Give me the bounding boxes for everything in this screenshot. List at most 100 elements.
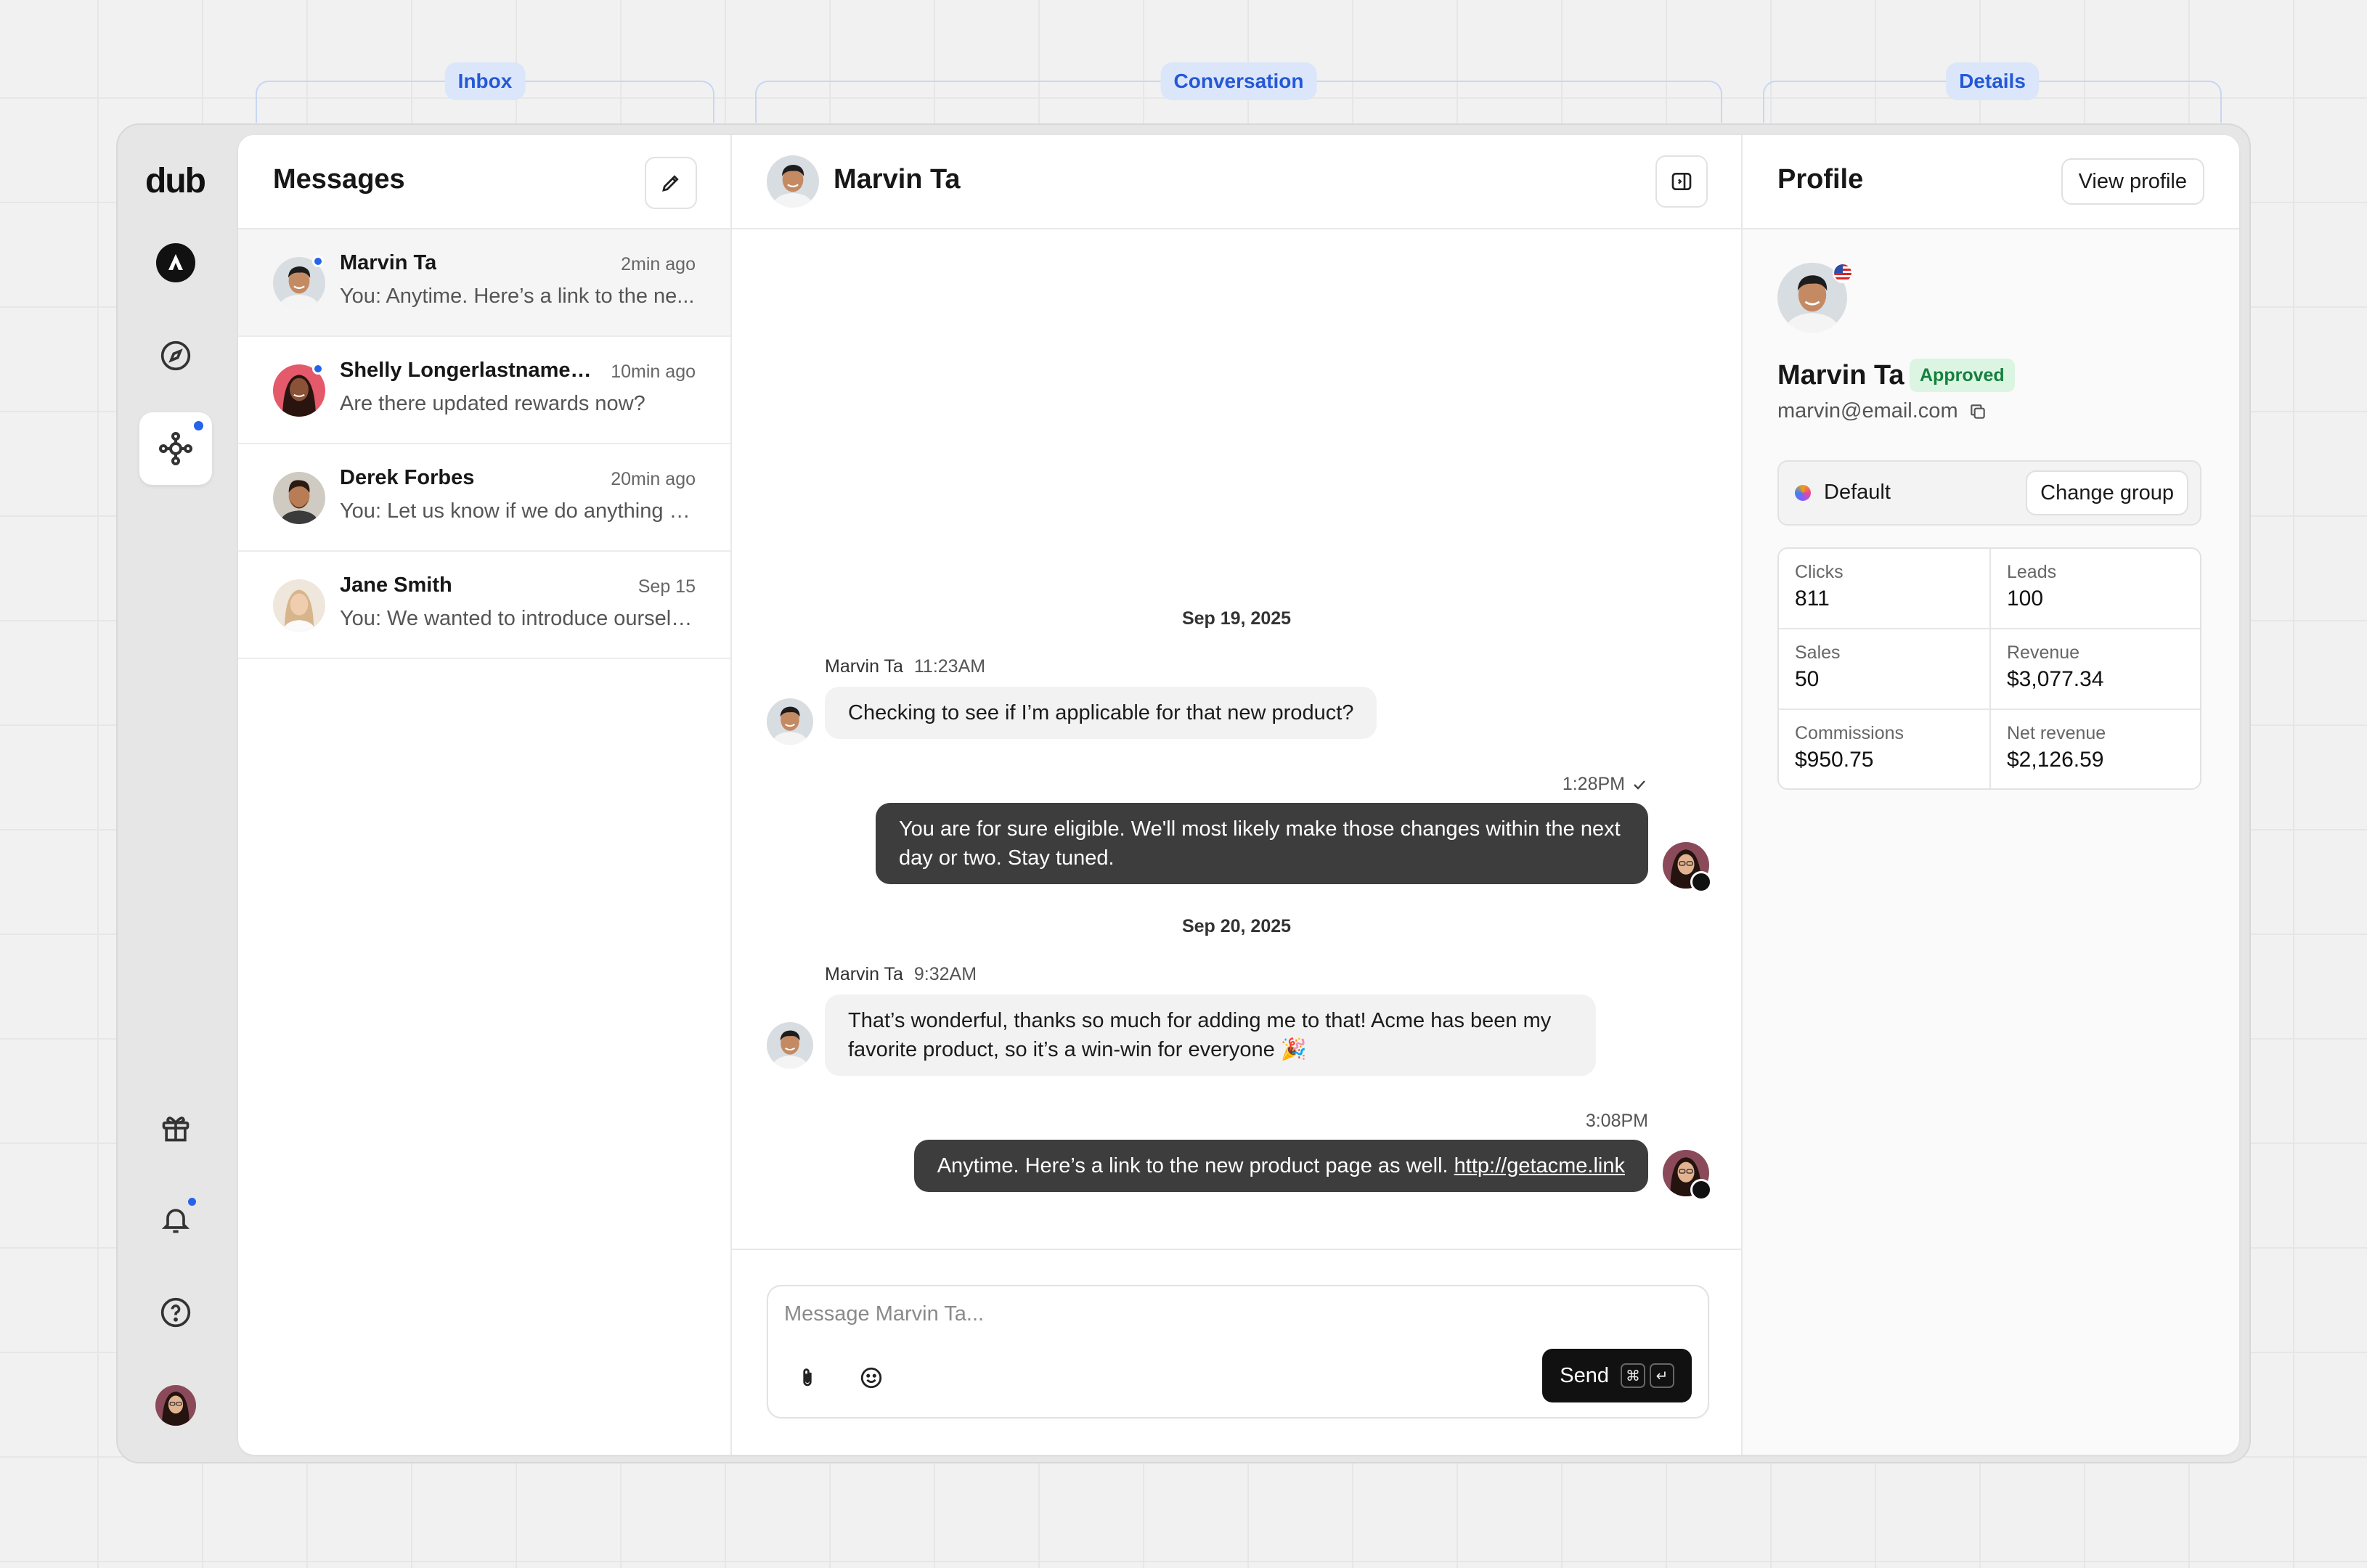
- smiley-icon: [860, 1367, 882, 1389]
- conversation-item[interactable]: Derek Forbes 20min ago You: Let us know …: [238, 444, 730, 552]
- stat-sales: Sales 50: [1779, 629, 1991, 710]
- toggle-details-button[interactable]: [1655, 155, 1708, 208]
- stat-label: Commissions: [1795, 723, 1904, 743]
- inbox-header: Messages: [238, 135, 730, 229]
- stat-revenue: Revenue $3,077.34: [1991, 629, 2200, 710]
- conversation-marker-label: Conversation: [1160, 62, 1317, 100]
- conversation-header: Marvin Ta: [732, 135, 1741, 229]
- inbox-panel: Messages Marvin Ta 2min ago You: Anytime…: [238, 135, 732, 1455]
- conversation-name: Jane Smith: [340, 573, 452, 597]
- message-time: 3:08PM: [1585, 1111, 1648, 1131]
- sidebar-item-program[interactable]: [139, 226, 212, 299]
- stat-value: 50: [1795, 667, 1820, 691]
- stat-value: 811: [1795, 587, 1830, 611]
- stat-net-revenue: Net revenue $2,126.59: [1991, 710, 2200, 788]
- message-meta: Marvin Ta 11:23AM: [825, 656, 985, 677]
- check-icon: [1634, 780, 1645, 790]
- send-button[interactable]: Send ⌘ ↵: [1542, 1349, 1692, 1402]
- details-marker-label: Details: [1946, 62, 2039, 100]
- stat-label: Clicks: [1795, 562, 1844, 582]
- sidebar-item-notifications[interactable]: [139, 1183, 212, 1256]
- conversation-time: Sep 15: [637, 576, 696, 597]
- date-separator: Sep 19, 2025: [1181, 608, 1292, 629]
- stat-commissions: Commissions $950.75: [1779, 710, 1991, 788]
- stats-grid: Clicks 811 Leads 100 Sales 50 Revenue $3…: [1777, 547, 2201, 790]
- composer-divider: [732, 1249, 1741, 1250]
- sidebar-toggle-icon: [1671, 173, 1692, 190]
- change-group-button[interactable]: Change group: [2026, 470, 2188, 515]
- profile-name: Marvin Ta: [1777, 360, 1904, 391]
- inbox-title: Messages: [273, 164, 405, 195]
- us-flag-icon: [1833, 263, 1853, 283]
- sidebar-rail: dub: [116, 123, 238, 1463]
- message-composer: Send ⌘ ↵: [767, 1285, 1709, 1418]
- details-header: Profile View profile: [1743, 135, 2239, 229]
- message-bubble-incoming: Checking to see if I’m applicable for th…: [825, 687, 1377, 739]
- conversation-preview: You: Anytime. Here’s a link to the ne...: [340, 285, 695, 308]
- network-icon: [159, 432, 192, 465]
- conversation-panel: Marvin Ta Sep 19, 2025 Marvin Ta 11:23AM…: [732, 135, 1743, 1455]
- details-panel: Profile View profile Marvin Ta Approved …: [1743, 135, 2239, 1455]
- group-name: Default: [1824, 481, 1891, 504]
- command-key-icon: ⌘: [1621, 1363, 1645, 1388]
- message-time: 11:23AM: [913, 656, 986, 677]
- contact-avatar[interactable]: [767, 155, 819, 208]
- conversation-item[interactable]: Shelly Longerlastnamelik... 10min ago Ar…: [238, 337, 730, 444]
- email-text: marvin@email.com: [1777, 399, 1958, 422]
- view-profile-button[interactable]: View profile: [2061, 158, 2204, 205]
- dub-logo[interactable]: dub: [145, 161, 206, 201]
- message-bubble-outgoing: You are for sure eligible. We'll most li…: [876, 803, 1648, 884]
- avatar: [273, 579, 325, 632]
- stat-label: Sales: [1795, 642, 1841, 663]
- conversation-preview: Are there updated rewards now?: [340, 392, 645, 415]
- sidebar-user-menu[interactable]: [139, 1369, 212, 1442]
- message-meta: Marvin Ta 9:32AM: [825, 964, 977, 985]
- app-card: Messages Marvin Ta 2min ago You: Anytime…: [238, 135, 2239, 1455]
- date-separator: Sep 20, 2025: [1181, 916, 1292, 936]
- status-badge: Approved: [1910, 359, 2015, 392]
- gift-icon: [162, 1116, 190, 1142]
- conversation-time: 2min ago: [621, 254, 696, 274]
- sidebar-item-rewards[interactable]: [139, 1092, 212, 1164]
- attach-button[interactable]: [793, 1363, 822, 1392]
- conversation-item[interactable]: Marvin Ta 2min ago You: Anytime. Here’s …: [238, 229, 730, 337]
- contact-name[interactable]: Marvin Ta: [834, 164, 961, 195]
- pencil-icon: [662, 175, 679, 192]
- sender-avatar: [767, 1022, 813, 1069]
- compose-button[interactable]: [645, 157, 697, 209]
- copy-icon[interactable]: [1968, 402, 1987, 421]
- sidebar-item-explore[interactable]: [139, 319, 212, 392]
- sidebar-item-help[interactable]: [139, 1276, 212, 1349]
- brand-badge-icon: [1690, 1179, 1712, 1201]
- stat-label: Revenue: [2007, 642, 2080, 663]
- message-text: Anytime. Here’s a link to the new produc…: [937, 1154, 1454, 1177]
- unread-dot: [312, 256, 324, 267]
- notification-dot: [188, 1198, 196, 1206]
- user-avatar: [155, 1385, 196, 1426]
- message-link[interactable]: http://getacme.link: [1454, 1154, 1625, 1177]
- details-title: Profile: [1777, 164, 1864, 195]
- conversation-name: Derek Forbes: [340, 466, 475, 489]
- message-input[interactable]: [784, 1302, 1510, 1326]
- conversation-time: 20min ago: [611, 469, 696, 489]
- message-sender: Marvin Ta: [825, 656, 903, 677]
- stat-label: Net revenue: [2007, 723, 2106, 743]
- profile-email: marvin@email.com: [1777, 399, 1987, 423]
- message-meta: 1:28PM: [1563, 774, 1648, 795]
- send-label: Send: [1560, 1363, 1609, 1387]
- unread-dot: [312, 363, 324, 375]
- paperclip-icon: [803, 1368, 812, 1387]
- message-bubble-incoming: That’s wonderful, thanks so much for add…: [825, 995, 1596, 1076]
- message-time: 9:32AM: [913, 964, 977, 984]
- brand-badge-icon: [1690, 871, 1712, 893]
- message-sender: Marvin Ta: [825, 964, 903, 984]
- stat-leads: Leads 100: [1991, 549, 2200, 629]
- help-icon: [160, 1297, 191, 1328]
- stat-clicks: Clicks 811: [1779, 549, 1991, 629]
- brand-a-icon: [156, 243, 195, 282]
- bell-icon: [161, 1209, 190, 1233]
- sidebar-item-network[interactable]: [139, 412, 212, 485]
- emoji-button[interactable]: [857, 1363, 886, 1392]
- stat-value: $3,077.34: [2007, 667, 2104, 691]
- conversation-item[interactable]: Jane Smith Sep 15 You: We wanted to intr…: [238, 552, 730, 659]
